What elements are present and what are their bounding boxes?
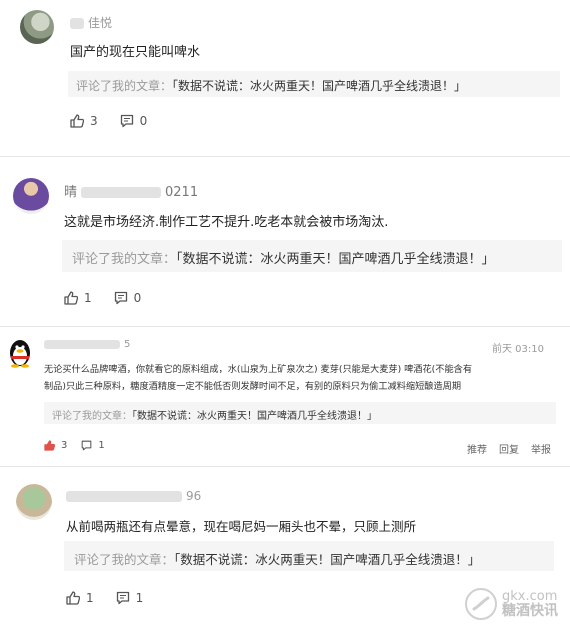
quote-title: 「数据不说谎：冰火两重天！国产啤酒几乎全线溃退！」 — [132, 411, 377, 422]
reply-button[interactable]: 1 — [81, 440, 105, 451]
username[interactable]: 96 — [66, 489, 201, 503]
quoted-article[interactable]: 评论了我的文章：「数据不说谎：冰火两重天！国产啤酒几乎全线溃退！」 — [64, 541, 554, 571]
reply-count: 1 — [135, 591, 144, 605]
like-count: 1 — [86, 591, 94, 605]
like-count: 3 — [90, 114, 98, 128]
comment-text-line-1: 无论买什么品牌啤酒，你就看它的原料组成，水(山泉为上矿泉次之) 麦芽(只能是大麦… — [44, 364, 473, 375]
reply-count: 0 — [139, 114, 148, 128]
thumbs-up-icon — [64, 291, 78, 305]
comment-text: 国产的现在只能叫啤水 — [70, 45, 201, 60]
divider — [0, 156, 570, 157]
comment-icon — [82, 440, 92, 451]
comment-actions: 3 1 — [44, 440, 127, 451]
quote-title: 「数据不说谎：冰火两重天！国产啤酒几乎全线溃退！」 — [176, 252, 495, 267]
like-button[interactable]: 3 — [44, 440, 67, 451]
like-button[interactable]: 1 — [64, 291, 92, 305]
like-button[interactable]: 1 — [66, 591, 94, 605]
reply-button[interactable]: 0 — [114, 291, 142, 305]
avatar[interactable] — [20, 10, 54, 44]
quoted-article[interactable]: 评论了我的文章：「数据不说谎：冰火两重天！国产啤酒几乎全线溃退！」 — [44, 402, 556, 424]
username[interactable]: 佳悦 — [70, 14, 112, 31]
report-link[interactable]: 举报 — [531, 445, 551, 456]
comment-icon — [120, 114, 133, 128]
watermark-logo-icon — [465, 588, 497, 620]
thumbs-up-icon — [66, 591, 80, 605]
comment-actions: 1 0 — [64, 291, 163, 305]
quote-title: 「数据不说谎：冰火两重天！国产啤酒几乎全线溃退！」 — [174, 552, 481, 567]
quote-prefix: 评论了我的文章： — [52, 411, 132, 422]
comment-icon — [114, 291, 127, 305]
reply-link[interactable]: 回复 — [499, 445, 519, 456]
avatar[interactable] — [16, 484, 52, 520]
thumbs-up-icon — [44, 440, 55, 451]
comment-text: 从前喝两瓶还有点晕意，现在喝尼妈一厢头也不晕，只顾上测所 — [66, 519, 417, 534]
avatar[interactable] — [13, 178, 49, 214]
qq-penguin-avatar[interactable] — [6, 338, 34, 368]
reply-button[interactable]: 1 — [116, 591, 144, 605]
reply-button[interactable]: 0 — [120, 114, 148, 128]
recommend-link[interactable]: 推荐 — [467, 445, 487, 456]
watermark-text: gkx.com 糖酒快讯 — [502, 589, 558, 619]
watermark: gkx.com 糖酒快讯 — [464, 587, 558, 621]
like-count: 3 — [61, 440, 68, 451]
reply-count: 0 — [133, 291, 142, 305]
quote-prefix: 评论了我的文章： — [76, 79, 173, 93]
divider — [0, 466, 570, 467]
comment-text: 这就是市场经济.制作工艺不提升.吃老本就会被市场淘汰. — [64, 215, 389, 230]
reply-count: 1 — [98, 440, 105, 451]
comment-links: 推荐 回复 举报 — [455, 441, 551, 456]
comment-actions: 1 1 — [66, 591, 165, 605]
like-count: 1 — [84, 291, 92, 305]
quoted-article[interactable]: 评论了我的文章：「数据不说谎：冰火两重天！国产啤酒几乎全线溃退！」 — [62, 240, 562, 272]
quote-title: 「数据不说谎：冰火两重天！国产啤酒几乎全线溃退！」 — [172, 79, 467, 93]
comment-icon — [116, 591, 129, 605]
divider — [0, 326, 570, 327]
thumbs-up-icon — [70, 114, 84, 128]
quoted-article[interactable]: 评论了我的文章：「数据不说谎：冰火两重天！国产啤酒几乎全线溃退！」 — [68, 71, 560, 97]
comment-actions: 3 0 — [70, 114, 169, 128]
quote-prefix: 评论了我的文章： — [72, 252, 177, 267]
penguin-icon — [10, 340, 30, 368]
username[interactable]: 晴 0211 — [64, 181, 198, 200]
username[interactable]: 5 — [44, 339, 130, 350]
comment-time: 前天 03:10 — [492, 344, 544, 355]
like-button[interactable]: 3 — [70, 114, 98, 128]
comment-text-line-2: 制品)只此三种原料，糖度酒精度一定不能低否则发酵时间不足，有别的原料只为偷工减料… — [44, 381, 462, 392]
quote-prefix: 评论了我的文章： — [74, 552, 175, 567]
